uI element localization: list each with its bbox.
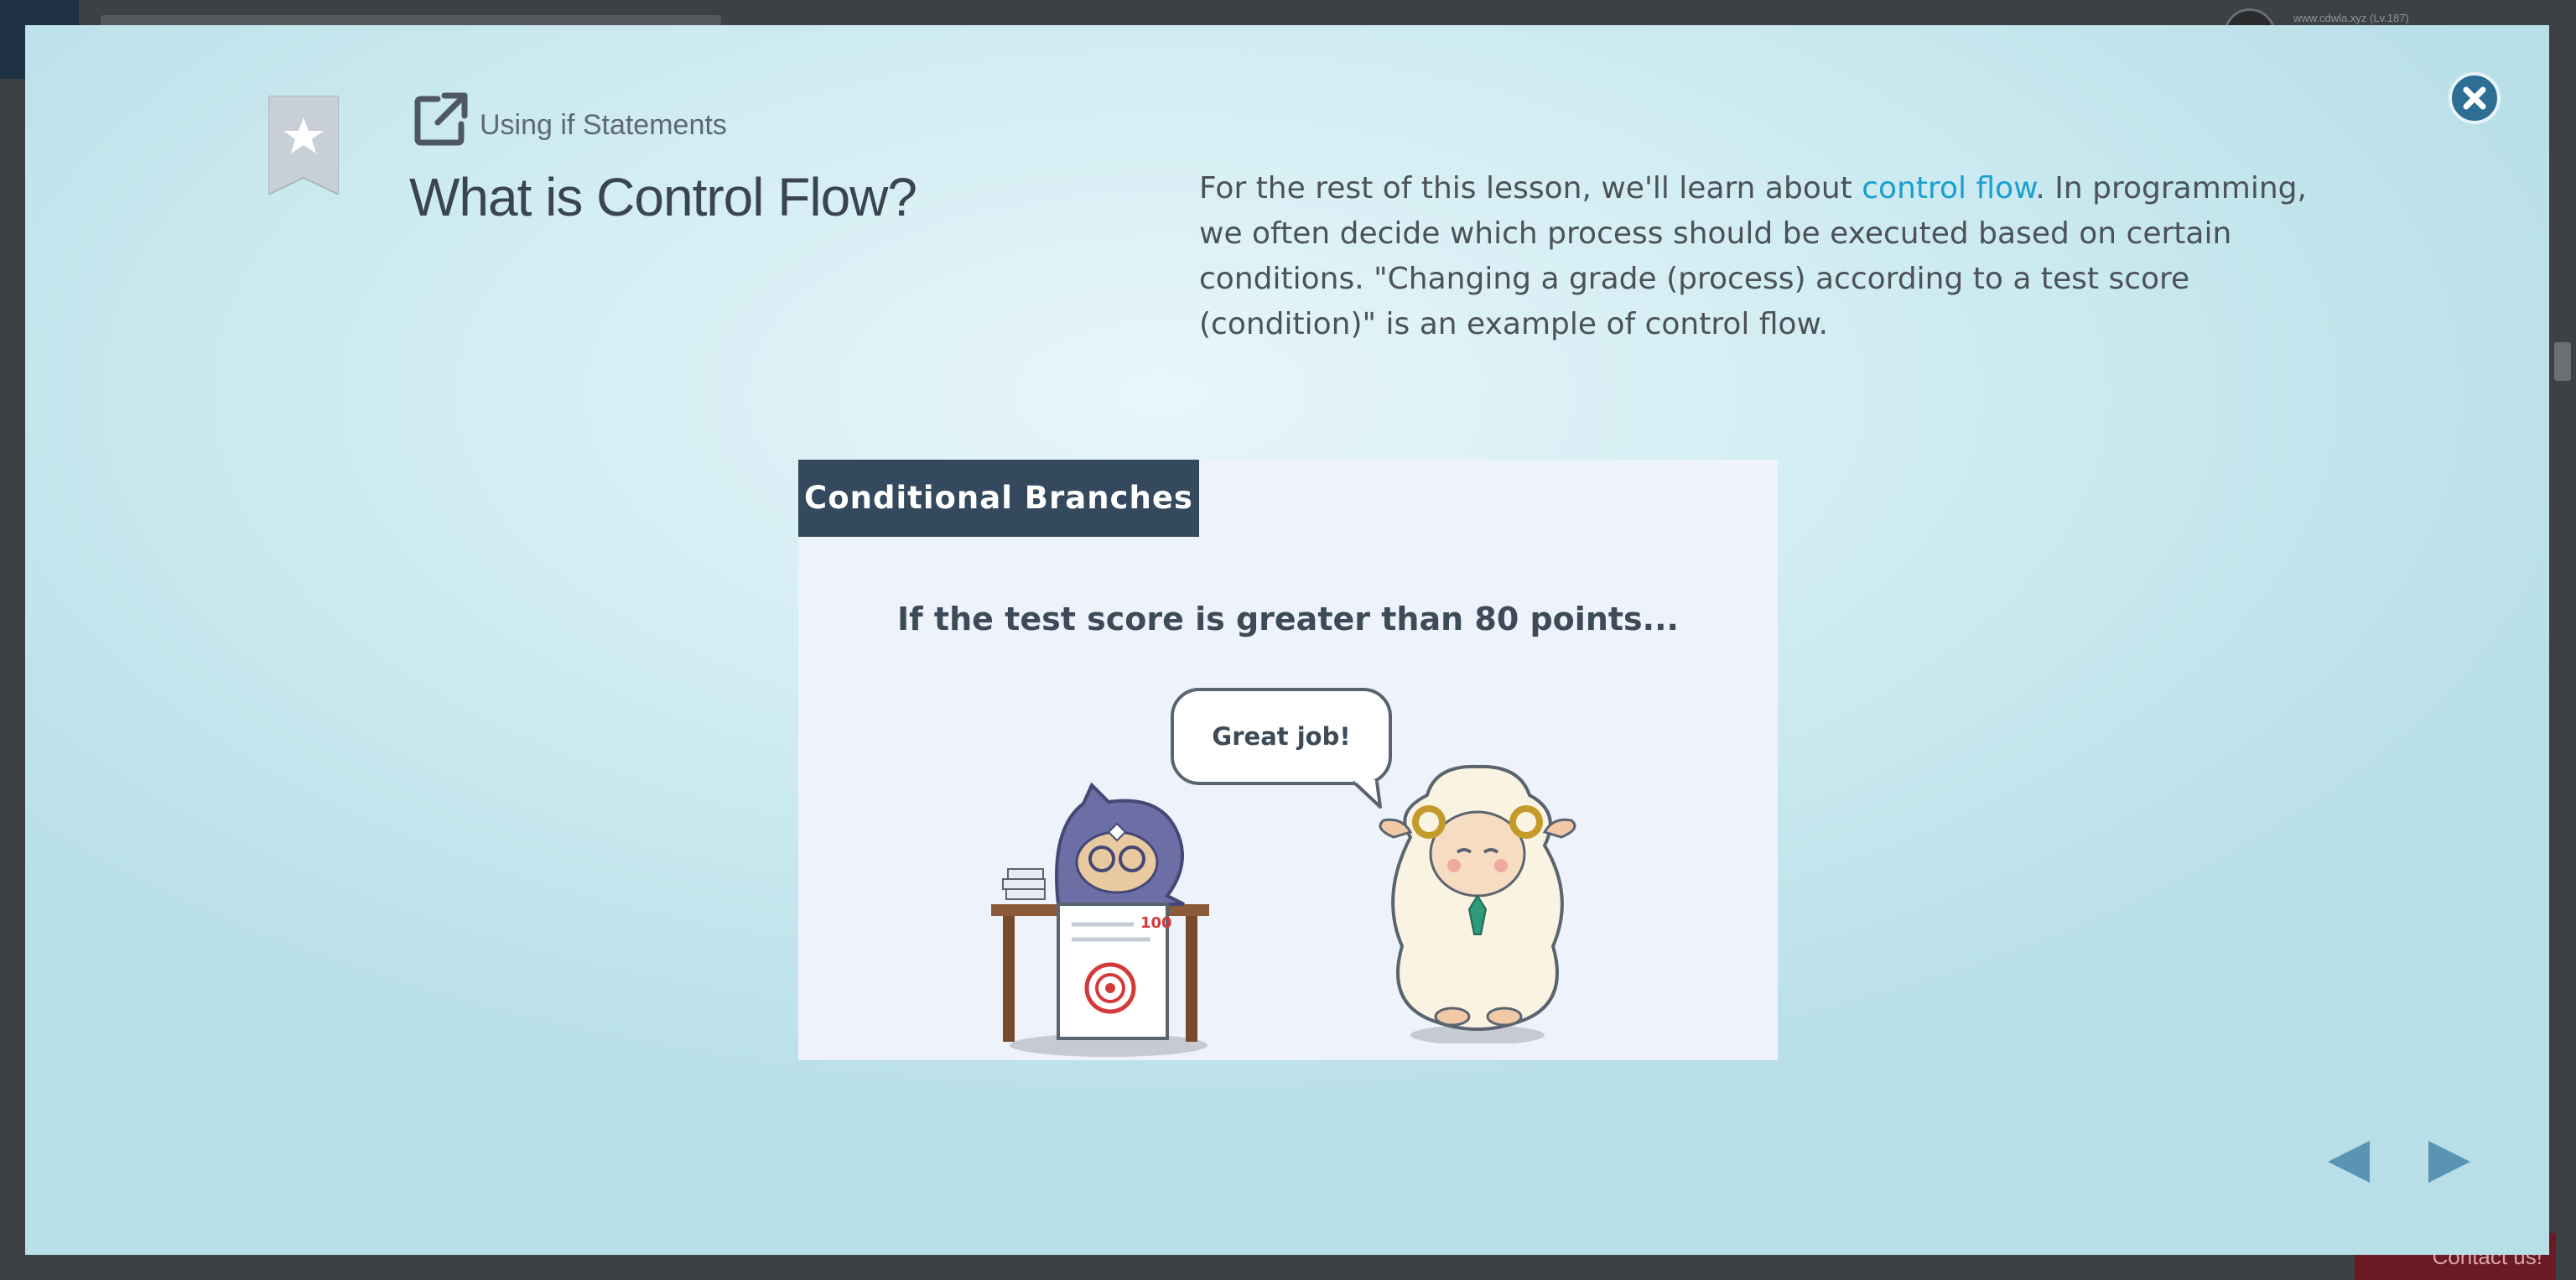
lesson-slide-modal: Using if Statements What is Control Flow…	[25, 25, 2549, 1255]
page-title: What is Control Flow?	[409, 167, 917, 227]
speech-bubble: Great job!	[1171, 688, 1392, 785]
triangle-right-icon	[2428, 1141, 2470, 1183]
lesson-illustration: Conditional Branches If the test score i…	[798, 460, 1778, 1060]
ninja-student-illustration: 100	[991, 782, 1209, 1057]
control-flow-link[interactable]: control flow	[1862, 171, 2035, 206]
score-mark: 100	[1140, 914, 1172, 932]
close-icon	[2463, 86, 2486, 110]
illustration-caption: If the test score is greater than 80 poi…	[897, 601, 1679, 637]
user-level-text: www.cdwla.xyz (Lv.187)	[2293, 12, 2409, 24]
previous-slide-button[interactable]	[2323, 1136, 2373, 1188]
next-slide-button[interactable]	[2425, 1136, 2475, 1188]
external-link-icon[interactable]	[413, 91, 470, 148]
illustration-header: Conditional Branches	[798, 460, 1199, 537]
scrollbar-thumb[interactable]	[2554, 342, 2571, 381]
bookmark-star-icon[interactable]	[268, 96, 339, 195]
course-name: Using if Statements	[480, 109, 727, 141]
lesson-description: For the rest of this lesson, we'll learn…	[1199, 166, 2323, 347]
description-text: For the rest of this lesson, we'll learn…	[1199, 171, 1862, 206]
triangle-left-icon	[2328, 1141, 2370, 1183]
close-button[interactable]	[2449, 72, 2501, 124]
sheep-teacher-illustration	[1379, 764, 1576, 1043]
